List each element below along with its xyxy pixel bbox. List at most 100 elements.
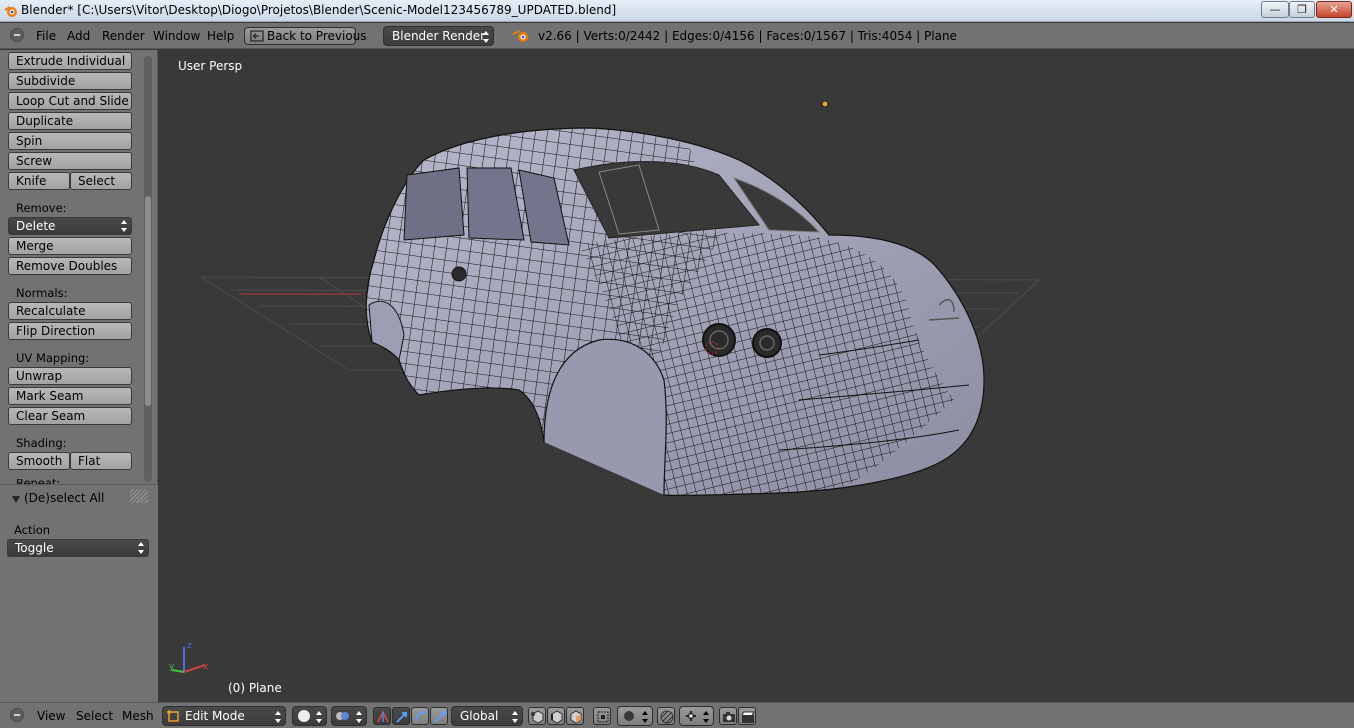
vertex-select-mode-button[interactable]	[528, 707, 546, 725]
manipulator-toggle[interactable]	[373, 707, 391, 725]
proportional-edit-select[interactable]	[617, 706, 653, 726]
redo-panel-title[interactable]: (De)select All	[24, 491, 104, 505]
redo-panel: (De)select All Action Toggle	[0, 484, 158, 702]
scale-manipulator-button[interactable]	[430, 707, 448, 725]
smooth-button[interactable]: Smooth	[8, 452, 70, 470]
opengl-render-animation-button[interactable]	[738, 707, 756, 725]
knife-select-button[interactable]: Select	[70, 172, 132, 190]
translate-manipulator-button[interactable]	[392, 707, 410, 725]
scale-handle-icon	[434, 711, 446, 723]
window-titlebar: Blender* [C:\Users\Vitor\Desktop\Diogo\P…	[0, 0, 1354, 22]
select-arrows-icon	[316, 711, 322, 723]
render-engine-select[interactable]: Blender Render	[383, 26, 494, 46]
info-header: File Add Render Window Help Back to Prev…	[0, 23, 1354, 49]
face-select-icon	[570, 710, 582, 724]
merge-button[interactable]: Merge	[8, 237, 132, 255]
snap-element-select[interactable]	[679, 706, 714, 726]
viewport-shading-select[interactable]	[292, 706, 327, 726]
face-select-mode-button[interactable]	[566, 707, 584, 725]
action-select[interactable]: Toggle	[7, 539, 149, 557]
mode-label: Edit Mode	[185, 709, 245, 723]
lamp-object-icon[interactable]	[821, 100, 829, 108]
normals-section-label: Normals:	[16, 286, 68, 300]
tool-shelf: Extrude Individual Subdivide Loop Cut an…	[0, 50, 158, 702]
tool-shelf-scrollbar[interactable]	[144, 56, 152, 482]
unwrap-button[interactable]: Unwrap	[8, 367, 132, 385]
select-arrows-icon	[642, 711, 648, 723]
remove-doubles-button[interactable]: Remove Doubles	[8, 257, 132, 275]
occlude-geometry-icon	[597, 711, 609, 723]
shading-section-label: Shading:	[16, 436, 67, 450]
3d-viewport[interactable]: z x y User Persp (0) Plane	[159, 50, 1354, 702]
menu-help[interactable]: Help	[207, 29, 234, 43]
blender-info-icon	[512, 30, 528, 42]
menu-window[interactable]: Window	[153, 29, 200, 43]
render-engine-label: Blender Render	[392, 29, 486, 43]
select-arrows-icon	[275, 711, 281, 723]
proportional-edit-icon	[624, 711, 634, 721]
view-name-label: User Persp	[178, 59, 243, 73]
menu-select[interactable]: Select	[76, 709, 113, 723]
scene-canvas[interactable]: z x y	[159, 50, 1354, 702]
mark-seam-button[interactable]: Mark Seam	[8, 387, 132, 405]
blender-app: Blender* [C:\Users\Vitor\Desktop\Diogo\P…	[0, 0, 1354, 728]
extrude-individual-button[interactable]: Extrude Individual	[8, 52, 132, 70]
pivot-point-select[interactable]	[331, 706, 367, 726]
rotate-arc-icon	[415, 711, 427, 723]
axis-y-label: y	[169, 662, 175, 672]
mode-select[interactable]: Edit Mode	[162, 706, 286, 726]
manipulator-icon	[377, 710, 389, 723]
falloff-icon	[660, 710, 674, 724]
limit-selection-visible-button[interactable]	[593, 707, 611, 725]
blender-logo-icon	[4, 6, 17, 17]
menu-view[interactable]: View	[37, 709, 65, 723]
proportional-falloff-button[interactable]	[657, 707, 675, 725]
scrollbar-thumb[interactable]	[145, 196, 151, 406]
edge-select-mode-button[interactable]	[547, 707, 565, 725]
back-screen-icon	[250, 30, 264, 42]
flip-direction-button[interactable]: Flip Direction	[8, 322, 132, 340]
minimize-icon: —	[1269, 3, 1281, 16]
menu-add[interactable]: Add	[67, 29, 90, 43]
select-arrows-icon	[138, 542, 144, 554]
maximize-button[interactable]: ❐	[1289, 1, 1315, 18]
panel-drag-grip-icon[interactable]	[130, 489, 148, 503]
axis-x-label: x	[203, 662, 209, 672]
uv-section-label: UV Mapping:	[16, 351, 90, 365]
axis-z-label: z	[187, 641, 192, 651]
screw-button[interactable]: Screw	[8, 152, 132, 170]
rotate-manipulator-button[interactable]	[411, 707, 429, 725]
duplicate-button[interactable]: Duplicate	[8, 112, 132, 130]
clear-seam-button[interactable]: Clear Seam	[8, 407, 132, 425]
edge-select-icon	[551, 710, 563, 724]
editor-type-icon[interactable]	[10, 708, 24, 722]
editor-type-icon[interactable]	[10, 28, 24, 42]
close-button[interactable]: ✕	[1316, 1, 1352, 18]
opengl-render-image-button[interactable]	[719, 707, 737, 725]
transform-orientation-select[interactable]: Global	[451, 706, 523, 726]
menu-render[interactable]: Render	[102, 29, 145, 43]
loop-cut-slide-button[interactable]: Loop Cut and Slide	[8, 92, 132, 110]
maximize-icon: ❐	[1297, 3, 1307, 16]
3d-view-header: View Select Mesh Edit Mode Global	[0, 702, 1354, 728]
active-object-label: (0) Plane	[228, 681, 282, 695]
menu-file[interactable]: File	[36, 29, 56, 43]
recalculate-button[interactable]: Recalculate	[8, 302, 132, 320]
minimize-button[interactable]: —	[1261, 1, 1289, 18]
collapse-triangle-icon[interactable]	[12, 496, 20, 503]
close-icon: ✕	[1329, 3, 1339, 16]
back-to-previous-button[interactable]: Back to Previous	[244, 27, 367, 45]
snap-magnet-icon	[686, 711, 696, 721]
knife-button[interactable]: Knife	[8, 172, 70, 190]
car-mesh[interactable]	[365, 127, 985, 496]
select-arrows-icon	[356, 711, 362, 723]
spin-button[interactable]: Spin	[8, 132, 132, 150]
flat-button[interactable]: Flat	[70, 452, 132, 470]
select-arrows-icon	[512, 711, 518, 723]
delete-menu-button[interactable]: Delete	[8, 217, 132, 235]
pivot-point-icon	[336, 712, 349, 720]
solid-shading-icon	[298, 710, 310, 722]
menu-mesh[interactable]: Mesh	[122, 709, 154, 723]
orientation-label: Global	[460, 709, 499, 723]
subdivide-button[interactable]: Subdivide	[8, 72, 132, 90]
